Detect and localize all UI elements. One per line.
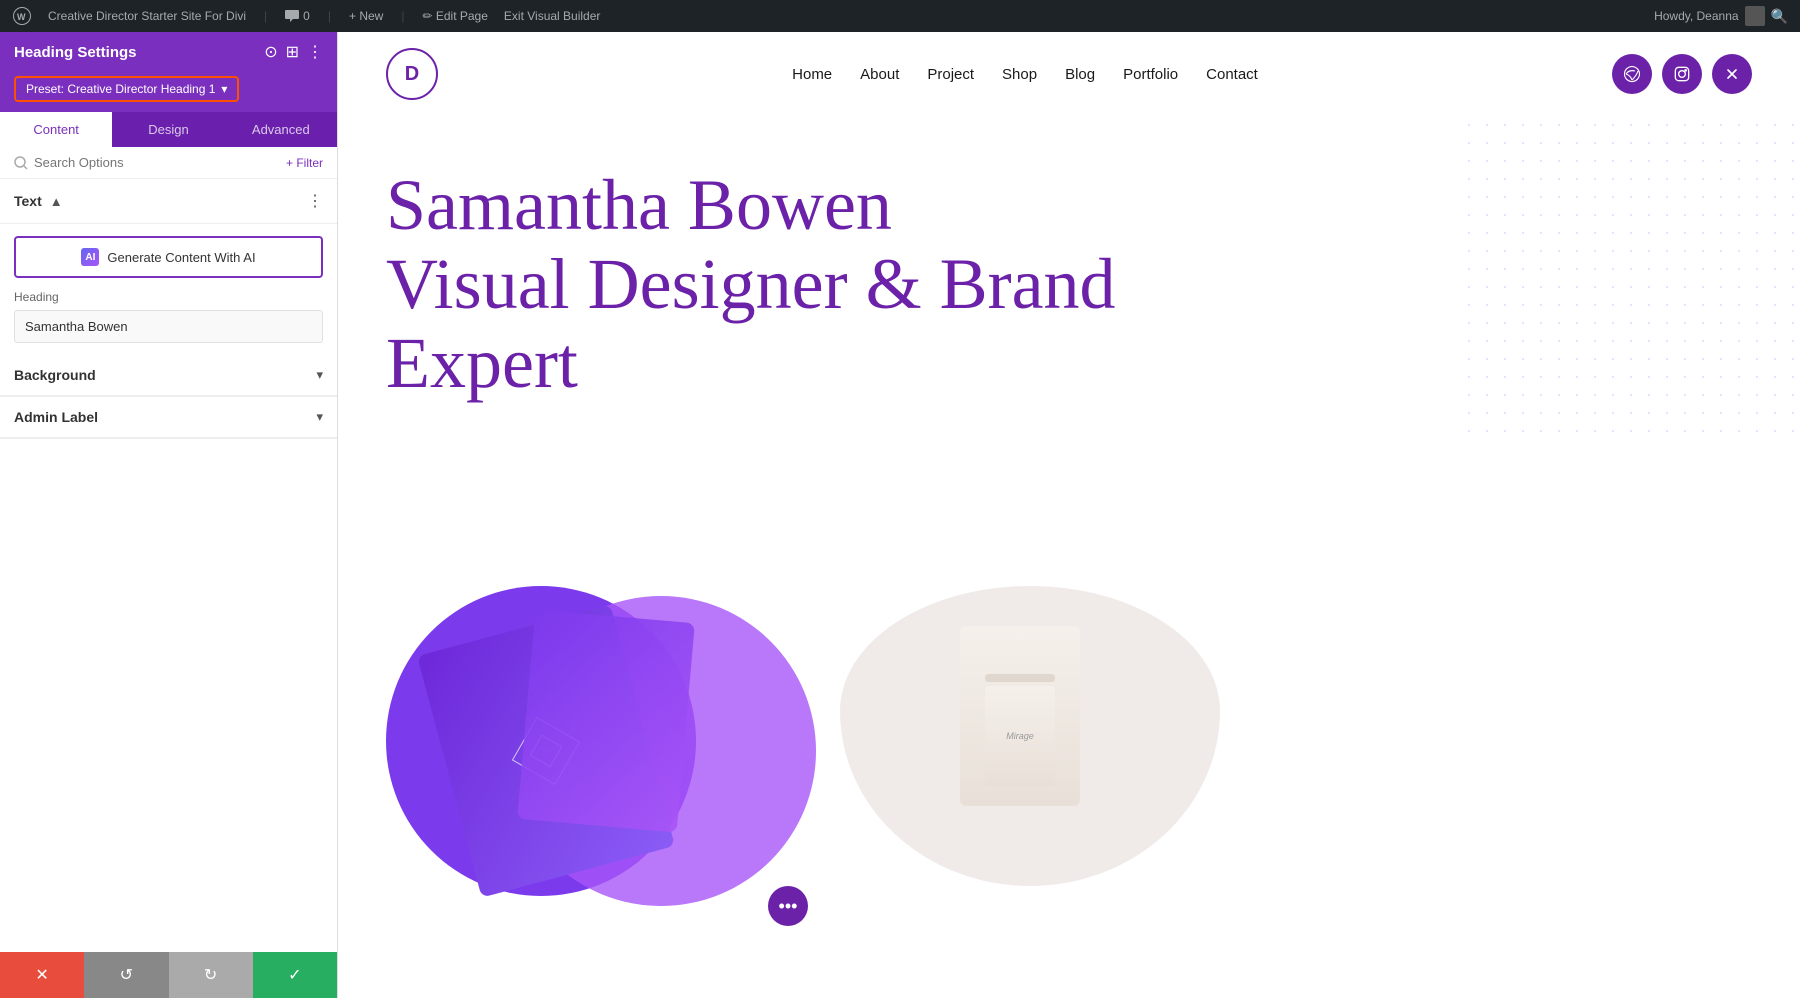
more-dots-button[interactable]: ••• bbox=[768, 886, 808, 926]
undo-button[interactable]: ↺ bbox=[84, 952, 168, 998]
tab-advanced[interactable]: Advanced bbox=[225, 112, 337, 147]
text-section-content: AI Generate Content With AI Heading bbox=[0, 224, 337, 355]
left-panel: Heading Settings ⊙ ⊞ ⋮ Preset: Creative … bbox=[0, 32, 338, 998]
nav-about[interactable]: About bbox=[860, 66, 899, 83]
nav-portfolio[interactable]: Portfolio bbox=[1123, 66, 1178, 83]
heading-label: Heading bbox=[14, 290, 323, 304]
columns-icon[interactable]: ⊞ bbox=[286, 42, 299, 62]
more-options-icon[interactable]: ⋮ bbox=[307, 42, 323, 62]
admin-label-section: Admin Label ▾ bbox=[0, 397, 337, 439]
edit-page-button[interactable]: ✏ Edit Page bbox=[422, 9, 487, 23]
site-preview: D Home About Project Shop Blog Portfolio… bbox=[338, 32, 1800, 998]
candle-body: Mirage bbox=[985, 686, 1055, 786]
hero-heading: Samantha Bowen Visual Designer & Brand E… bbox=[386, 166, 1206, 404]
chevron-down-icon: ▾ bbox=[221, 82, 227, 96]
wp-logo[interactable]: W bbox=[12, 6, 32, 26]
site-logo[interactable]: D bbox=[386, 48, 438, 100]
nav-links: Home About Project Shop Blog Portfolio C… bbox=[792, 66, 1258, 83]
portfolio-item-right: Mirage bbox=[840, 586, 1270, 906]
dribbble-icon[interactable] bbox=[1612, 54, 1652, 94]
portfolio-images: Mirage ••• bbox=[338, 576, 1800, 906]
user-info: Howdy, Deanna 🔍 bbox=[1654, 6, 1788, 26]
cancel-icon: ✕ bbox=[35, 965, 48, 985]
site-name[interactable]: Creative Director Starter Site For Divi bbox=[48, 9, 246, 23]
nav-blog[interactable]: Blog bbox=[1065, 66, 1095, 83]
admin-label-section-header[interactable]: Admin Label ▾ bbox=[0, 397, 337, 438]
hero-heading-line3: Expert bbox=[386, 324, 1206, 403]
panel-header: Heading Settings ⊙ ⊞ ⋮ bbox=[0, 32, 337, 72]
panel-tabs: Content Design Advanced bbox=[0, 112, 337, 147]
divider: | bbox=[262, 9, 269, 23]
social-icons bbox=[1612, 54, 1752, 94]
nav-project[interactable]: Project bbox=[927, 66, 974, 83]
site-nav: D Home About Project Shop Blog Portfolio… bbox=[338, 32, 1800, 116]
nav-contact[interactable]: Contact bbox=[1206, 66, 1258, 83]
more-dots-label: ••• bbox=[779, 896, 798, 917]
text-section-more-icon[interactable]: ⋮ bbox=[307, 191, 323, 211]
new-button[interactable]: + New bbox=[349, 9, 383, 23]
hero-section: Samantha Bowen Visual Designer & Brand E… bbox=[338, 116, 1800, 576]
nav-shop[interactable]: Shop bbox=[1002, 66, 1037, 83]
preset-label: Preset: Creative Director Heading 1 bbox=[26, 82, 215, 96]
text-section-title: Text bbox=[14, 193, 42, 209]
generate-ai-button[interactable]: AI Generate Content With AI bbox=[14, 236, 323, 278]
main-layout: Heading Settings ⊙ ⊞ ⋮ Preset: Creative … bbox=[0, 32, 1800, 998]
section-header-left: Text ▲ bbox=[14, 193, 63, 209]
candle-lid bbox=[985, 674, 1055, 682]
comments-count[interactable]: 0 bbox=[285, 9, 310, 23]
heading-input[interactable] bbox=[14, 310, 323, 343]
text-section-header[interactable]: Text ▲ ⋮ bbox=[0, 179, 337, 224]
dot-pattern bbox=[1460, 116, 1800, 436]
admin-label-section-left: Admin Label bbox=[14, 409, 98, 425]
panel-header-icons: ⊙ ⊞ ⋮ bbox=[264, 42, 323, 62]
preset-bar: Preset: Creative Director Heading 1 ▾ bbox=[0, 72, 337, 112]
instagram-icon[interactable] bbox=[1662, 54, 1702, 94]
redo-button[interactable]: ↻ bbox=[169, 952, 253, 998]
ai-icon: AI bbox=[81, 248, 99, 266]
panel-spacer bbox=[0, 439, 337, 952]
preset-dropdown[interactable]: Preset: Creative Director Heading 1 ▾ bbox=[14, 76, 239, 102]
product-box-overlay bbox=[517, 609, 695, 832]
candle-product: Mirage bbox=[960, 626, 1080, 806]
save-icon: ✓ bbox=[288, 965, 301, 985]
save-button[interactable]: ✓ bbox=[253, 952, 337, 998]
avatar bbox=[1745, 6, 1765, 26]
tab-content[interactable]: Content bbox=[0, 112, 112, 147]
twitter-x-icon[interactable] bbox=[1712, 54, 1752, 94]
search-icon[interactable]: 🔍 bbox=[1771, 8, 1788, 25]
ai-btn-label: Generate Content With AI bbox=[107, 250, 255, 265]
hero-heading-line2: Visual Designer & Brand bbox=[386, 245, 1206, 324]
bottom-bar: ✕ ↺ ↻ ✓ bbox=[0, 952, 337, 998]
filter-button[interactable]: + Filter bbox=[286, 156, 323, 170]
text-section: Text ▲ ⋮ AI Generate Content With AI Hea… bbox=[0, 179, 337, 355]
text-section-chevron-up: ▲ bbox=[50, 194, 63, 209]
portfolio-item-left bbox=[386, 586, 816, 906]
divider3: | bbox=[399, 9, 406, 23]
background-section-title: Background bbox=[14, 367, 96, 383]
undo-icon: ↺ bbox=[120, 965, 133, 985]
svg-text:W: W bbox=[17, 12, 26, 22]
admin-label-section-title: Admin Label bbox=[14, 409, 98, 425]
nav-home[interactable]: Home bbox=[792, 66, 832, 83]
redo-icon: ↻ bbox=[204, 965, 217, 985]
hero-heading-line1: Samantha Bowen bbox=[386, 166, 1206, 245]
admin-label-chevron-down: ▾ bbox=[316, 409, 323, 425]
search-icon bbox=[14, 156, 28, 170]
tab-design[interactable]: Design bbox=[112, 112, 224, 147]
background-section: Background ▾ bbox=[0, 355, 337, 397]
background-chevron-down: ▾ bbox=[316, 367, 323, 383]
focus-icon[interactable]: ⊙ bbox=[264, 42, 277, 62]
panel-title: Heading Settings bbox=[14, 44, 137, 61]
search-bar: + Filter bbox=[0, 147, 337, 179]
background-section-header[interactable]: Background ▾ bbox=[0, 355, 337, 396]
candle-brand-label: Mirage bbox=[1006, 731, 1034, 741]
divider2: | bbox=[326, 9, 333, 23]
background-section-left: Background bbox=[14, 367, 96, 383]
search-input[interactable] bbox=[34, 155, 280, 170]
admin-bar: W Creative Director Starter Site For Div… bbox=[0, 0, 1800, 32]
exit-builder-button[interactable]: Exit Visual Builder bbox=[504, 9, 601, 23]
heading-field-group: Heading bbox=[14, 290, 323, 343]
cancel-button[interactable]: ✕ bbox=[0, 952, 84, 998]
